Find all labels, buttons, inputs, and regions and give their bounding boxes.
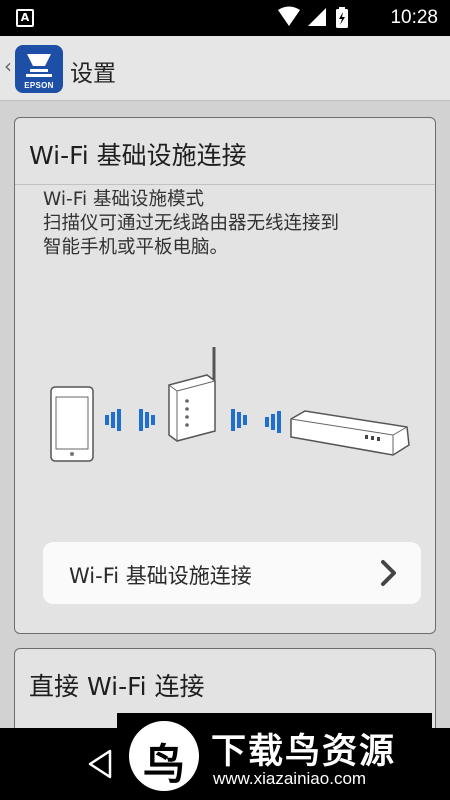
watermark-logo-glyph: 鸟: [142, 740, 185, 789]
chevron-right-icon: [381, 560, 396, 586]
back-chevron-icon[interactable]: ‹: [4, 54, 12, 78]
nav-back-icon[interactable]: [86, 748, 114, 780]
description-line: Wi-Fi 基础设施模式: [43, 189, 205, 210]
description-line: 智能手机或平板电脑。: [43, 237, 229, 258]
infrastructure-description: Wi-Fi 基础设施模式 扫描仪可通过无线路由器无线连接到 智能手机或平板电脑。: [43, 188, 423, 260]
logo-label: EPSON: [24, 81, 54, 90]
watermark-url: www.xiazainiao.com: [213, 769, 367, 788]
wifi-icon: [278, 6, 300, 26]
watermark-banner: 鸟 下载鸟资源 www.xiazainiao.com: [117, 713, 432, 800]
scanner-icon: [290, 410, 410, 456]
app-notification-icon: A: [16, 9, 34, 27]
description-line: 扫描仪可通过无线路由器无线连接到: [43, 213, 340, 234]
infrastructure-illustration: [50, 347, 410, 462]
app-bar: ‹ EPSON 设置: [0, 36, 450, 101]
infrastructure-card: Wi-Fi 基础设施连接 Wi-Fi 基础设施模式 扫描仪可通过无线路由器无线连…: [14, 117, 436, 634]
status-icons: [278, 6, 348, 28]
infrastructure-card-title: Wi-Fi 基础设施连接: [29, 141, 247, 170]
page-title: 设置: [70, 61, 116, 87]
router-icon: [168, 347, 216, 442]
tablet-icon: [50, 386, 94, 462]
infrastructure-connect-label: Wi-Fi 基础设施连接: [69, 564, 252, 588]
signal-icon: [308, 8, 326, 26]
watermark-title: 下载鸟资源: [211, 732, 397, 772]
clock: 10:28: [390, 7, 438, 28]
infrastructure-connect-button[interactable]: Wi-Fi 基础设施连接: [43, 542, 421, 604]
epson-logo[interactable]: EPSON: [15, 45, 63, 93]
watermark-logo: 鸟: [129, 721, 199, 791]
card-divider: [15, 184, 435, 185]
battery-charging-icon: [336, 7, 348, 28]
direct-wifi-card-title: 直接 Wi-Fi 连接: [29, 672, 205, 701]
wireless-signal-icon: [231, 409, 281, 433]
status-bar: A 10:28: [0, 0, 450, 36]
wireless-signal-icon: [105, 409, 155, 431]
